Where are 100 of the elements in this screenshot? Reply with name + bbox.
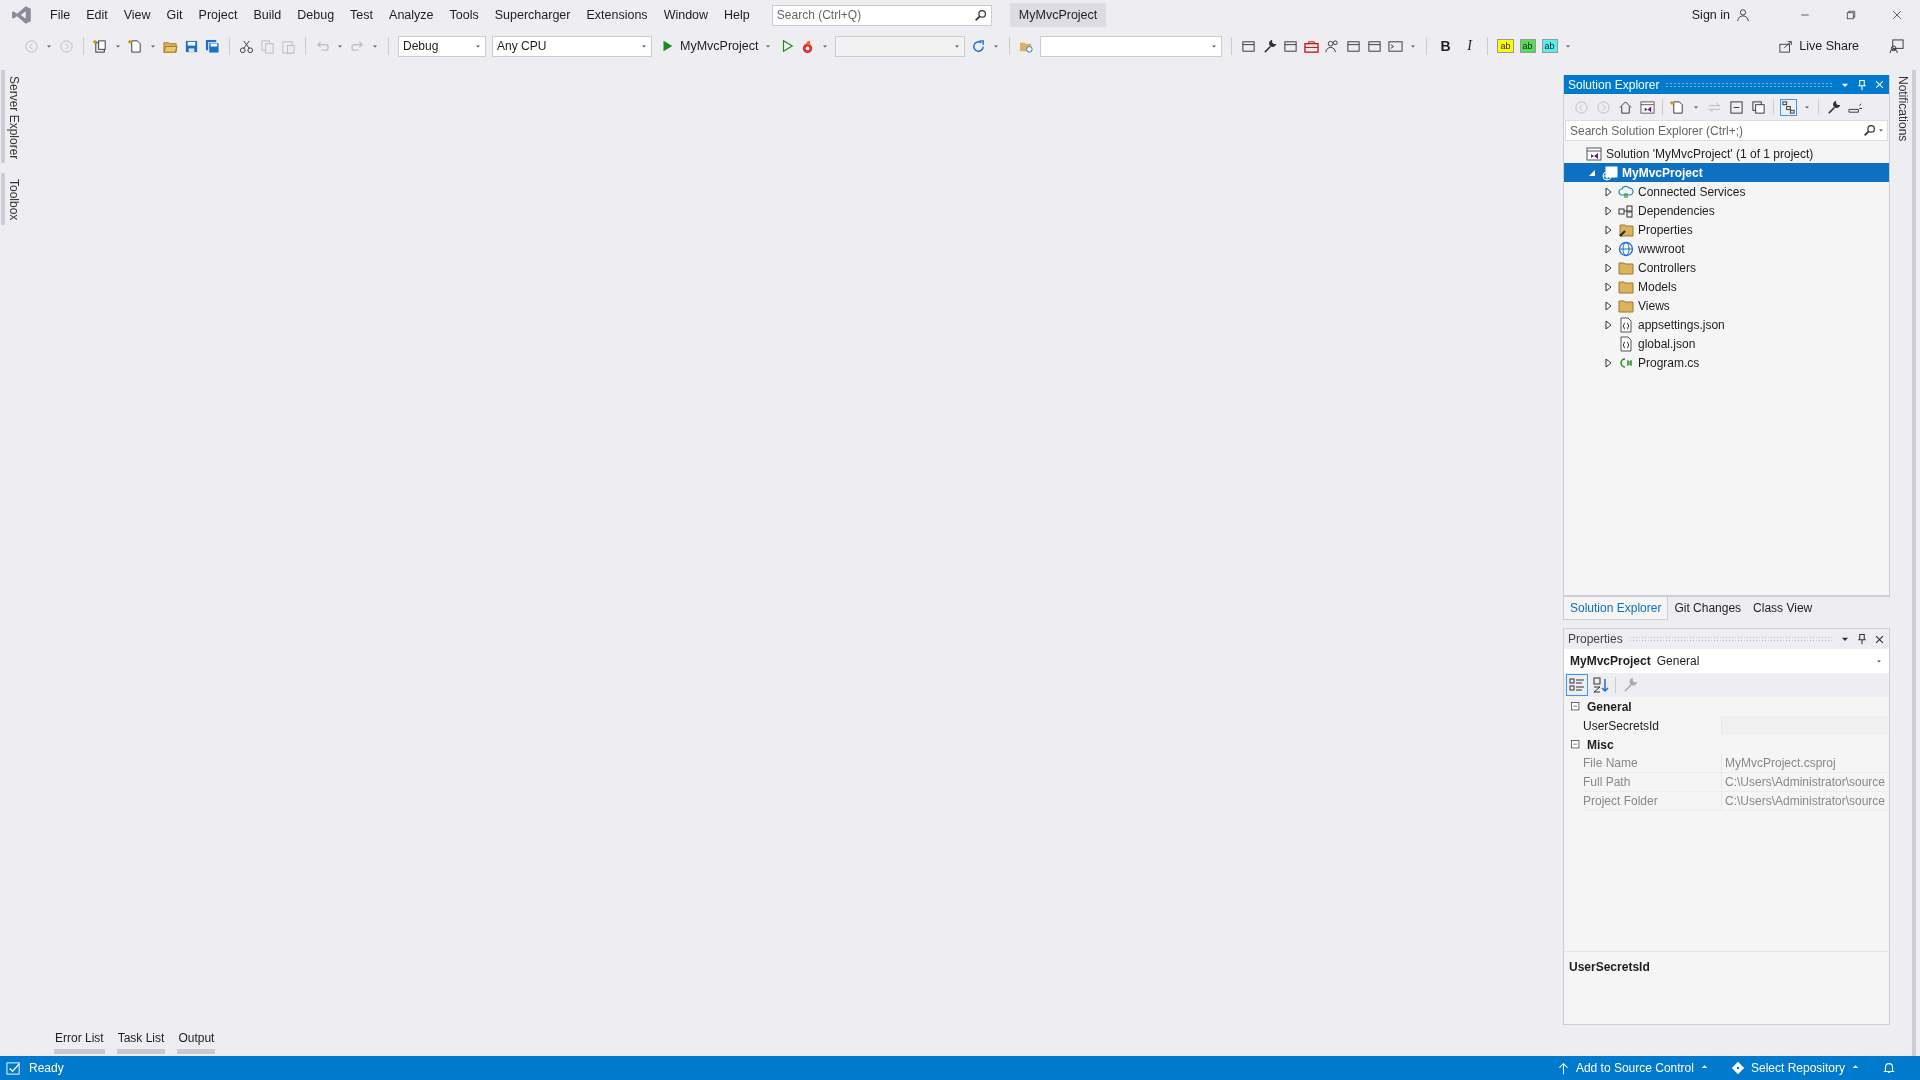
panel-tab[interactable]: Git Changes [1668,597,1748,620]
globe-icon [1618,240,1634,257]
panel-title: Properties [1568,632,1623,646]
highlight-button[interactable]: ab [1541,39,1558,53]
window-icon[interactable] [1367,38,1383,54]
panel-tab[interactable]: Solution Explorer [1563,597,1669,620]
collapse-all-icon[interactable] [1729,99,1744,115]
menu-item[interactable]: Extensions [578,4,656,26]
window-icon[interactable] [1241,38,1257,54]
tree-item[interactable]: Dependencies [1564,201,1889,220]
home-icon[interactable] [1618,99,1633,115]
menu-item[interactable]: Edit [78,4,116,26]
menu-item[interactable]: View [115,4,159,26]
save-icon[interactable] [184,38,199,54]
tree-item[interactable]: Solution 'MyMvcProject' (1 of 1 project) [1564,144,1889,163]
new-file-icon[interactable] [1670,99,1685,115]
solution-switch-icon[interactable] [1640,99,1655,115]
collapsed-arrow-icon[interactable] [1604,243,1612,254]
source-control-button[interactable]: Add to Source Control [1556,1061,1709,1075]
tree-item[interactable]: global.json [1564,334,1889,353]
category-label: Misc [1587,737,1614,752]
toolbox-icon[interactable] [1304,38,1320,54]
copy-icon[interactable] [1751,99,1766,115]
window-icon[interactable] [1283,38,1299,54]
repository-button[interactable]: Select Repository [1730,1061,1860,1075]
expanded-arrow-icon[interactable] [1588,168,1596,177]
side-tab[interactable]: Toolbox [1,173,23,225]
dropdown-field[interactable] [1040,35,1223,57]
menu-item[interactable]: File [42,4,79,26]
menu-item[interactable]: Git [158,4,191,26]
collapsed-arrow-icon[interactable] [1604,224,1612,235]
tree-item[interactable]: Controllers [1564,258,1889,277]
tree-item[interactable]: wwwroot [1564,239,1889,258]
collapsed-arrow-icon[interactable] [1604,357,1612,368]
wrench-icon[interactable] [1262,38,1278,54]
tree-item[interactable]: MyMvcProject [1564,163,1889,182]
object-selector[interactable]: MyMvcProject General [1564,649,1889,673]
window-icon[interactable] [1346,38,1362,54]
console-icon[interactable] [1388,38,1404,54]
sign-in-link[interactable]: Sign in [1691,8,1730,22]
collapsed-arrow-icon[interactable] [1604,262,1612,273]
menu-item[interactable]: Test [342,4,382,26]
pin-icon[interactable] [1856,633,1868,645]
feedback-icon[interactable] [1889,38,1904,54]
tree-item[interactable]: Program.cs [1564,353,1889,372]
sort-alphabetical-icon[interactable] [1593,677,1609,693]
menu-item[interactable]: Build [245,4,290,26]
side-tab[interactable]: Notifications [1894,70,1916,1056]
wrench-icon[interactable] [1826,99,1841,115]
person-icon[interactable] [1736,8,1750,22]
menu-item[interactable]: Project [190,4,246,26]
people-icon[interactable] [1325,38,1341,54]
italic-button[interactable]: I [1460,38,1479,54]
arrow-up-icon [1556,1061,1570,1075]
bell-icon[interactable] [1882,1061,1896,1075]
platform-dropdown[interactable]: Any CPU [492,35,652,57]
menu-item[interactable]: Help [716,4,758,26]
dropdown-field[interactable] [835,35,966,57]
collapse-icon[interactable] [1570,701,1581,712]
side-tab[interactable]: Server Explorer [1,70,23,164]
tree-label: Controllers [1638,260,1697,275]
configuration-dropdown[interactable]: Debug [398,35,486,57]
collapsed-arrow-icon[interactable] [1604,281,1612,292]
menu-item[interactable]: Window [655,4,717,26]
collapsed-arrow-icon[interactable] [1604,319,1612,330]
tree-item[interactable]: Properties [1564,220,1889,239]
save-all-icon[interactable] [205,38,220,54]
tree-item[interactable]: appsettings.json [1564,315,1889,334]
menu-item[interactable]: Tools [441,4,487,26]
tree-label: Views [1638,298,1670,313]
git-icon [1730,1061,1745,1075]
collapsed-arrow-icon[interactable] [1604,205,1612,216]
property-value: C:\Users\Administrator\source [1724,774,1887,791]
menu-item[interactable]: Supercharger [486,4,579,26]
tree-item[interactable]: Views [1564,296,1889,315]
collapsed-arrow-icon[interactable] [1604,186,1612,197]
tree-item[interactable]: Models [1564,277,1889,296]
close-icon[interactable] [1891,9,1903,21]
refresh-icon[interactable] [971,38,987,54]
live-share-button[interactable]: Live Share [1779,39,1859,53]
panel-tab[interactable]: Class View [1747,597,1819,620]
close-icon[interactable] [1874,633,1885,645]
new-file-icon[interactable] [128,38,143,54]
tree-item[interactable]: Connected Services [1564,182,1889,201]
highlight-button[interactable]: ab [1497,39,1514,53]
collapsed-arrow-icon[interactable] [1604,300,1612,311]
play-outline-icon[interactable] [780,39,795,53]
collapse-icon[interactable] [1570,739,1581,750]
search-field[interactable]: Search (Ctrl+Q) [771,4,992,26]
menu-item[interactable]: Analyze [381,4,442,26]
search-field[interactable]: Search Solution Explorer (Ctrl+;) [1565,120,1888,141]
restore-icon[interactable] [1845,9,1857,21]
bold-button[interactable]: B [1436,38,1455,54]
start-button[interactable]: MyMvcProject [658,39,775,53]
highlight-button[interactable]: ab [1519,39,1536,53]
menu-item[interactable]: Debug [289,4,343,26]
new-project-icon[interactable] [93,38,108,54]
cut-icon[interactable] [239,38,254,54]
categorized-icon[interactable] [1569,677,1585,693]
hierarchy-icon[interactable] [1781,99,1796,115]
